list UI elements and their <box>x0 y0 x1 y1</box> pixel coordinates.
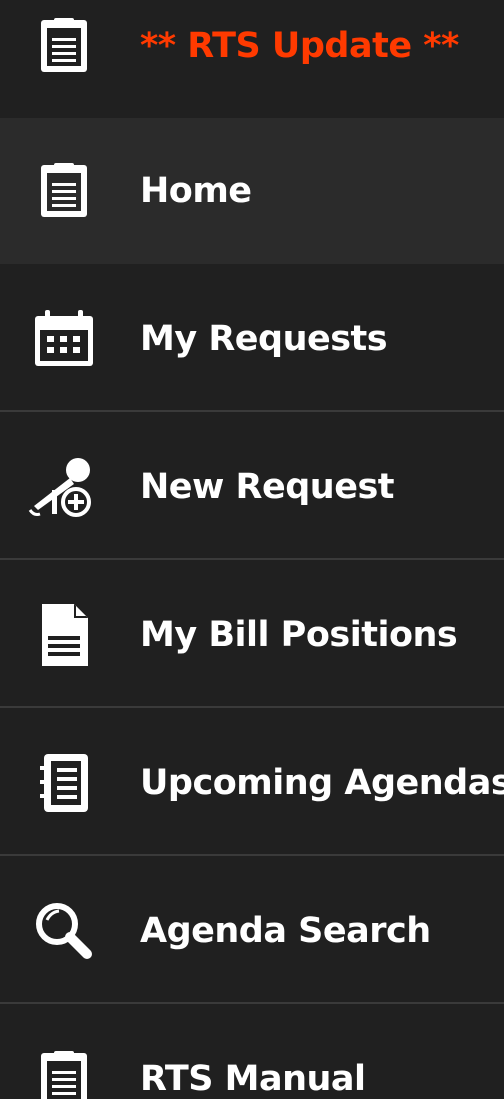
sidebar-item-upcoming-agendas[interactable]: Upcoming Agendas <box>0 710 504 856</box>
microphone-add-icon <box>24 447 104 527</box>
clipboard-icon <box>24 151 104 231</box>
sidebar-item-label: RTS Manual <box>140 1059 366 1099</box>
clipboard-icon <box>24 6 104 86</box>
sidebar-item-label: New Request <box>140 467 395 507</box>
divider <box>0 854 504 856</box>
document-icon <box>24 595 104 675</box>
sidebar-item-new-request[interactable]: New Request <box>0 414 504 560</box>
divider <box>0 1002 504 1004</box>
sidebar-item-label: Home <box>140 171 252 211</box>
sidebar-item-label: Agenda Search <box>140 911 431 951</box>
sidebar-item-rts-update[interactable]: ** RTS Update ** <box>0 0 504 119</box>
notepad-icon <box>24 743 104 823</box>
sidebar-item-label: My Bill Positions <box>140 615 458 655</box>
sidebar-item-label: My Requests <box>140 319 388 359</box>
divider <box>0 706 504 708</box>
sidebar-item-agenda-search[interactable]: Agenda Search <box>0 858 504 1004</box>
search-icon <box>24 891 104 971</box>
clipboard-icon <box>24 1039 104 1099</box>
calendar-icon <box>24 299 104 379</box>
sidebar-item-rts-manual[interactable]: RTS Manual <box>0 1006 504 1099</box>
sidebar-nav: ** RTS Update ** Home My Requests New Re… <box>0 0 504 1099</box>
sidebar-item-label: Upcoming Agendas <box>140 763 504 803</box>
divider <box>0 410 504 412</box>
sidebar-item-label: ** RTS Update ** <box>140 26 459 66</box>
divider <box>0 558 504 560</box>
sidebar-item-my-requests[interactable]: My Requests <box>0 266 504 412</box>
sidebar-item-home[interactable]: Home <box>0 118 504 264</box>
sidebar-item-my-bill-positions[interactable]: My Bill Positions <box>0 562 504 708</box>
